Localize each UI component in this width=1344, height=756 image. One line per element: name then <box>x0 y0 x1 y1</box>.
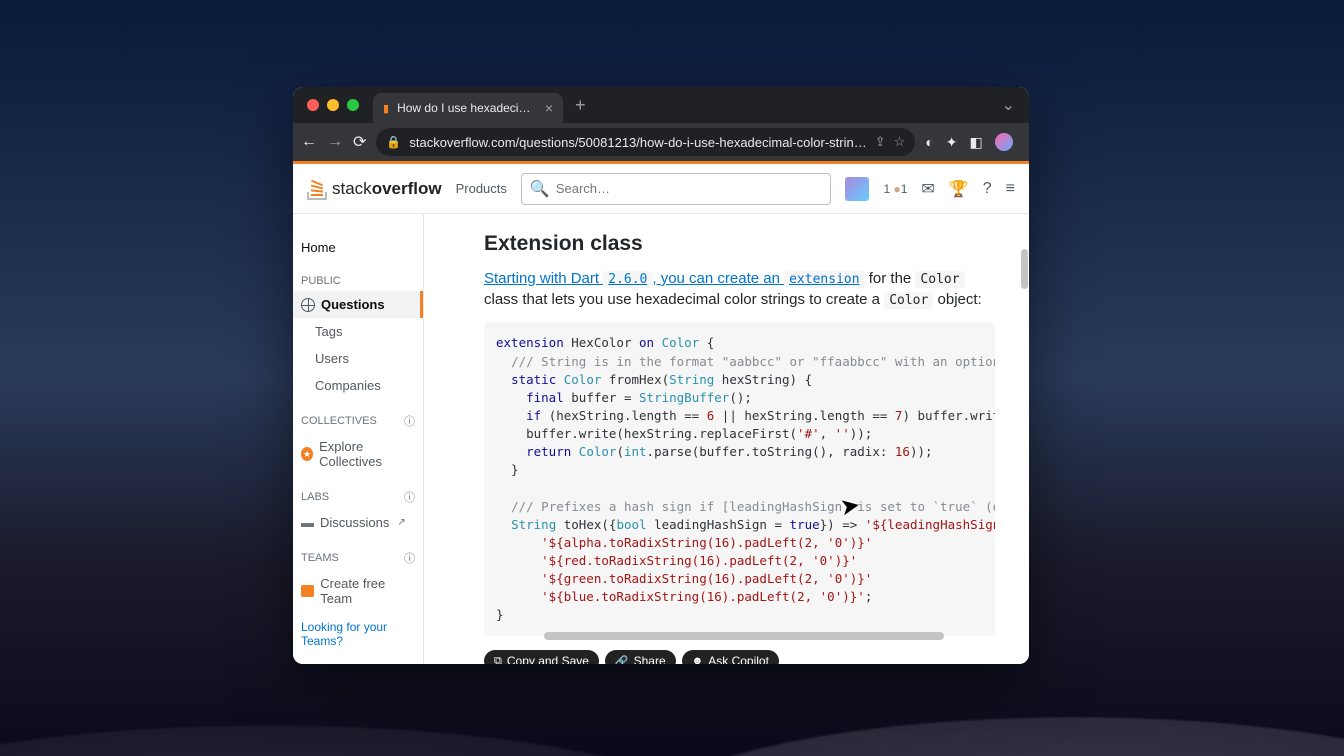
sidebar-discussions-label: Discussions <box>320 515 389 530</box>
left-sidebar: Home PUBLIC Questions Tags Users Compani… <box>293 214 424 664</box>
toolbar-right: ◐ ✦ ◧ ⋮ <box>925 133 1029 151</box>
sidepanel-icon[interactable]: ◧ <box>970 134 983 151</box>
back-button[interactable]: ← <box>301 133 317 151</box>
copilot-icon: ☻ <box>692 655 704 664</box>
browser-window: ▮ How do I use hexadecimal co × + ⌄ ← → … <box>293 87 1029 664</box>
search-input[interactable] <box>556 181 823 196</box>
sidebar-collectives-label: COLLECTIVESⓘ <box>293 399 423 433</box>
so-search[interactable]: 🔍 <box>521 173 832 205</box>
sidebar-users[interactable]: Users <box>293 345 423 372</box>
answer-content: Extension class Starting with Dart 2.6.0… <box>424 214 1029 664</box>
achievements-icon[interactable]: 🏆 <box>949 179 969 199</box>
so-logo[interactable]: stackoverflow <box>307 178 442 200</box>
sidebar-explore-label: Explore Collectives <box>319 439 415 469</box>
globe-icon <box>301 298 315 312</box>
code-actions-row: ⧉Copy and Save 🔗Share ☻Ask Copilot <box>484 650 995 664</box>
user-reputation[interactable]: 1 ●1 <box>883 182 907 196</box>
page-scrollbar[interactable] <box>1021 249 1028 289</box>
copy-icon: ⧉ <box>494 655 502 664</box>
close-window-button[interactable] <box>307 99 319 111</box>
so-body: Home PUBLIC Questions Tags Users Compani… <box>293 214 1029 664</box>
site-switcher-icon[interactable]: ≡ <box>1006 180 1015 198</box>
tab-title: How do I use hexadecimal co <box>397 101 537 115</box>
answer-paragraph-1: Starting with Dart 2.6.0, you can create… <box>484 268 995 310</box>
browser-tab[interactable]: ▮ How do I use hexadecimal co × <box>373 93 563 123</box>
products-link[interactable]: Products <box>456 181 507 196</box>
code-block-1[interactable]: extension HexColor on Color { /// String… <box>484 322 995 636</box>
sidebar-create-team-label: Create free Team <box>320 576 415 606</box>
sidebar-labs-label: LABSⓘ <box>293 475 423 509</box>
bookmark-icon[interactable]: ☆ <box>894 134 906 150</box>
info-icon[interactable]: ⓘ <box>404 413 415 429</box>
chat-icon: ▬ <box>301 515 314 530</box>
info-icon[interactable]: ⓘ <box>404 550 415 566</box>
search-icon: 🔍 <box>530 179 550 199</box>
sidebar-companies[interactable]: Companies <box>293 372 423 399</box>
sidebar-teams-label: TEAMSⓘ <box>293 536 423 570</box>
header-right: 1 ●1 ✉ 🏆 ? ≡ <box>845 177 1015 201</box>
forward-button[interactable]: → <box>327 133 343 151</box>
extension-icon-1[interactable]: ◐ <box>925 134 933 150</box>
share-button[interactable]: 🔗Share <box>605 650 676 664</box>
sidebar-questions[interactable]: Questions <box>293 291 423 318</box>
code-scrollbar[interactable] <box>544 632 944 640</box>
sidebar-home[interactable]: Home <box>293 234 423 261</box>
tab-bar: ▮ How do I use hexadecimal co × + ⌄ <box>293 87 1029 123</box>
ask-copilot-button[interactable]: ☻Ask Copilot <box>682 650 779 664</box>
dart-extension-link[interactable]: Starting with Dart 2.6.0, you can create… <box>484 270 865 287</box>
kebab-menu-icon[interactable]: ⋮ <box>1025 134 1029 151</box>
link-icon: 🔗 <box>615 655 629 664</box>
url-bar[interactable]: 🔒 stackoverflow.com/questions/50081213/h… <box>376 128 915 156</box>
reload-button[interactable]: ⟳ <box>353 132 366 152</box>
sidebar-create-team[interactable]: Create free Team <box>293 570 423 612</box>
help-icon[interactable]: ? <box>983 180 992 198</box>
minimize-window-button[interactable] <box>327 99 339 111</box>
user-avatar[interactable] <box>845 177 869 201</box>
profile-avatar-icon[interactable] <box>995 133 1013 151</box>
browser-toolbar: ← → ⟳ 🔒 stackoverflow.com/questions/5008… <box>293 123 1029 161</box>
briefcase-icon <box>301 585 314 597</box>
tabs-dropdown-icon[interactable]: ⌄ <box>1002 95 1015 115</box>
maximize-window-button[interactable] <box>347 99 359 111</box>
share-page-icon[interactable]: ⇪ <box>875 134 886 150</box>
page-viewport: stackoverflow Products 🔍 1 ●1 ✉ 🏆 ? ≡ Ho… <box>293 161 1029 664</box>
sidebar-looking-link[interactable]: Looking for your Teams? <box>293 612 423 656</box>
new-tab-button[interactable]: + <box>575 95 586 116</box>
sidebar-explore-collectives[interactable]: ★ Explore Collectives <box>293 433 423 475</box>
sidebar-discussions[interactable]: ▬ Discussions ↗ <box>293 509 423 536</box>
sidebar-questions-label: Questions <box>321 297 385 312</box>
answer-heading: Extension class <box>484 232 995 256</box>
so-logo-icon <box>307 178 327 200</box>
copy-save-button[interactable]: ⧉Copy and Save <box>484 650 599 664</box>
star-icon: ★ <box>301 447 313 461</box>
tab-favicon: ▮ <box>383 102 389 115</box>
inbox-icon[interactable]: ✉ <box>921 179 934 199</box>
window-controls <box>307 99 359 111</box>
extensions-icon[interactable]: ✦ <box>946 134 958 151</box>
url-text: stackoverflow.com/questions/50081213/how… <box>409 135 866 150</box>
sidebar-tags[interactable]: Tags <box>293 318 423 345</box>
lock-icon: 🔒 <box>386 135 401 149</box>
close-tab-button[interactable]: × <box>545 100 553 116</box>
so-logo-text: stackoverflow <box>332 179 442 199</box>
external-link-icon: ↗ <box>397 517 405 528</box>
so-header: stackoverflow Products 🔍 1 ●1 ✉ 🏆 ? ≡ <box>293 164 1029 214</box>
sidebar-public-label: PUBLIC <box>293 261 423 291</box>
info-icon[interactable]: ⓘ <box>404 489 415 505</box>
